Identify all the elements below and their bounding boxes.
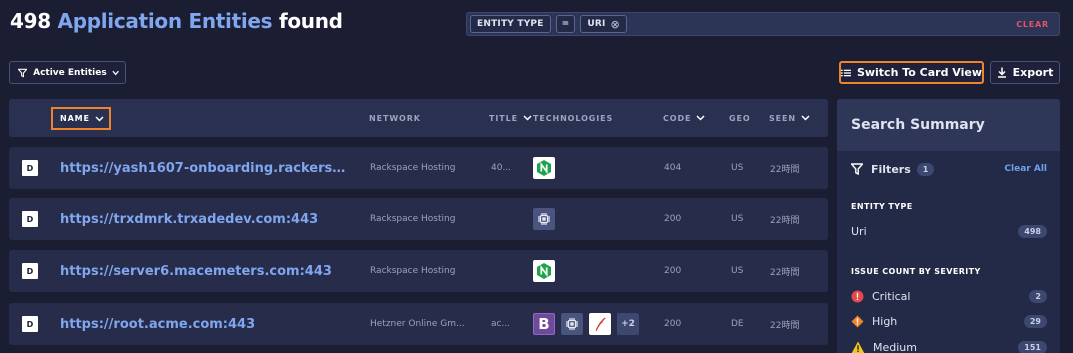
entity-name-link[interactable]: https://root.acme.com:443 [60, 303, 350, 345]
nginx-icon[interactable] [533, 157, 555, 179]
table-row[interactable]: D https://yash1607-onboarding.rackersupp… [9, 147, 828, 189]
feather-icon[interactable] [589, 313, 611, 335]
severity-count-badge: 151 [1018, 340, 1047, 353]
severity-medium-facet[interactable]: Medium 151 [851, 338, 1047, 353]
more-technologies-badge[interactable]: +2 [617, 313, 639, 335]
sort-chevron-icon [696, 115, 705, 121]
switch-to-card-view-button[interactable]: Switch To Card View [839, 61, 984, 84]
clear-all-link[interactable]: Clear All [1004, 164, 1047, 174]
severity-high-facet[interactable]: High 29 [851, 312, 1047, 330]
entity-name-link[interactable]: https://trxdmrk.trxadedev.com:443 [60, 198, 350, 240]
entity-type-badge: D [22, 263, 38, 279]
switch-view-label: Switch To Card View [856, 66, 982, 79]
entity-type-count-badge: 498 [1018, 224, 1047, 238]
severity-label: High [872, 314, 898, 328]
technologies-cell [533, 250, 561, 292]
filter-operator-chip[interactable]: = [555, 15, 576, 33]
entity-type-badge: D [22, 160, 38, 176]
network-cell: Rackspace Hosting [370, 214, 456, 224]
geo-cell: US [731, 266, 744, 276]
remove-filter-icon[interactable]: ⊗ [611, 18, 620, 31]
geo-cell: DE [731, 319, 744, 329]
entity-type-label: Application Entities [57, 9, 273, 33]
title-cell: 40... [491, 163, 512, 173]
result-count: 498 [10, 9, 51, 33]
chevron-down-icon [112, 70, 119, 75]
filter-icon [18, 68, 28, 78]
medium-icon [851, 341, 865, 353]
seen-cell: 22時間 [770, 164, 800, 175]
seen-cell: 22時間 [770, 215, 800, 226]
download-icon [997, 67, 1006, 78]
entity-type-value: Uri [851, 224, 867, 238]
chip-icon[interactable] [533, 208, 555, 230]
filter-field-chip[interactable]: ENTITY TYPE [470, 15, 551, 33]
filters-count-badge: 1 [916, 162, 935, 176]
title-cell: ac... [491, 319, 511, 329]
severity-count-badge: 29 [1023, 314, 1047, 328]
seen-cell: 22時間 [770, 267, 800, 278]
sort-chevron-icon [801, 115, 810, 121]
entity-type-badge: D [22, 316, 38, 332]
sort-chevron-icon [95, 115, 104, 122]
severity-count-badge: 2 [1029, 289, 1047, 303]
technologies-cell [533, 198, 561, 240]
column-header-technologies: TECHNOLOGIES [533, 113, 614, 123]
seen-cell: 22時間 [770, 320, 800, 331]
column-header-code[interactable]: CODE [663, 99, 705, 137]
high-icon [851, 315, 864, 328]
severity-label: Critical [872, 289, 911, 303]
table-row[interactable]: D https://root.acme.com:443 Hetzner Onli… [9, 303, 828, 345]
filters-row: Filters 1 Clear All [851, 161, 1047, 177]
chip-icon[interactable] [561, 313, 583, 335]
filter-value-chip[interactable]: URI ⊗ [580, 15, 627, 33]
search-summary-title: Search Summary [837, 99, 1060, 151]
network-cell: Hetzner Online Gm... [370, 319, 465, 329]
column-header-title[interactable]: TITLE [489, 99, 532, 137]
code-cell: 200 [664, 266, 682, 276]
search-summary-panel: Search Summary Filters 1 Clear All ENTIT… [837, 99, 1060, 353]
severity-critical-facet[interactable]: Critical 2 [851, 287, 1047, 305]
export-button[interactable]: Export [990, 61, 1060, 84]
technologies-cell [533, 147, 561, 189]
entity-type-badge: D [22, 211, 38, 227]
entity-type-heading: ENTITY TYPE [851, 202, 913, 211]
network-cell: Rackspace Hosting [370, 163, 456, 173]
bootstrap-icon[interactable]: B [533, 313, 555, 335]
critical-icon [851, 290, 864, 303]
filter-bar[interactable]: ENTITY TYPE = URI ⊗ CLEAR [466, 12, 1060, 36]
export-label: Export [1012, 66, 1054, 79]
code-cell: 404 [664, 163, 682, 173]
severity-heading: ISSUE COUNT BY SEVERITY [851, 267, 981, 276]
title-suffix: found [278, 9, 343, 33]
column-header-network[interactable]: NETWORK [369, 99, 421, 137]
page-title: 498 Application Entities found [10, 9, 343, 33]
geo-cell: US [731, 163, 744, 173]
geo-cell: US [731, 214, 744, 224]
technologies-cell: B +2 [533, 303, 645, 345]
column-header-geo[interactable]: GEO [729, 99, 751, 137]
table-row[interactable]: D https://server6.macemeters.com:443 Rac… [9, 250, 828, 292]
network-cell: Rackspace Hosting [370, 266, 456, 276]
table-row[interactable]: D https://trxdmrk.trxadedev.com:443 Rack… [9, 198, 828, 240]
column-header-seen[interactable]: SEEN [769, 99, 810, 137]
active-entities-dropdown[interactable]: Active Entities [9, 61, 126, 84]
code-cell: 200 [664, 319, 682, 329]
clear-filters-button[interactable]: CLEAR [1016, 20, 1049, 29]
entity-type-facet[interactable]: Uri 498 [851, 222, 1047, 240]
severity-label: Medium [873, 340, 917, 353]
filter-icon [851, 163, 863, 175]
active-entities-label: Active Entities [33, 67, 107, 78]
list-icon [841, 69, 851, 76]
entity-name-link[interactable]: https://yash1607-onboarding.rackersuppor… [60, 147, 350, 189]
table-header: NAME NETWORK TITLE TECHNOLOGIES CODE GEO… [9, 99, 828, 137]
entity-name-link[interactable]: https://server6.macemeters.com:443 [60, 250, 350, 292]
column-header-name[interactable]: NAME [51, 107, 111, 130]
code-cell: 200 [664, 214, 682, 224]
sort-chevron-icon [523, 115, 532, 121]
filters-label: Filters [871, 162, 911, 176]
nginx-icon[interactable] [533, 260, 555, 282]
